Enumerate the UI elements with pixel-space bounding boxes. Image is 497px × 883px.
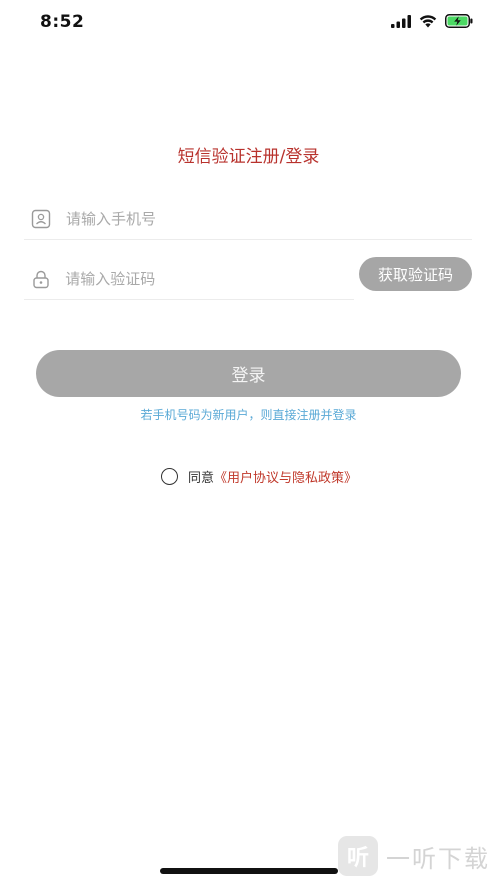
login-screen: 8:52 短信验证注册/登录 请输入手机号 请输入验证码 获取验证码 登录 若手… [0,0,497,883]
agreement-row: 同意 《用户协议与隐私政策》 [161,467,357,486]
signal-icon [391,14,411,28]
battery-charging-icon [445,14,473,28]
agree-prefix: 同意 [188,471,215,486]
watermark-text: 一听下载 [386,844,490,873]
get-code-button[interactable]: 获取验证码 [359,257,472,291]
page-title: 短信验证注册/登录 [177,147,320,167]
agree-radio[interactable] [161,468,178,485]
lock-icon [30,268,51,290]
watermark-logo-icon: 听 [338,836,378,876]
status-time: 8:52 [40,12,85,32]
phone-row [24,198,472,240]
phone-input[interactable] [66,209,366,228]
phone-id-icon [30,208,52,230]
login-button[interactable]: 登录 [36,350,461,397]
status-icons [391,14,473,28]
code-input[interactable] [65,269,354,288]
code-row [24,258,354,300]
wifi-icon [419,14,437,28]
home-indicator[interactable] [160,868,338,874]
agreement-link[interactable]: 《用户协议与隐私政策》 [214,467,357,486]
new-user-hint: 若手机号码为新用户，则直接注册并登录 [140,408,357,422]
watermark: 听 一听下载 [338,836,490,876]
